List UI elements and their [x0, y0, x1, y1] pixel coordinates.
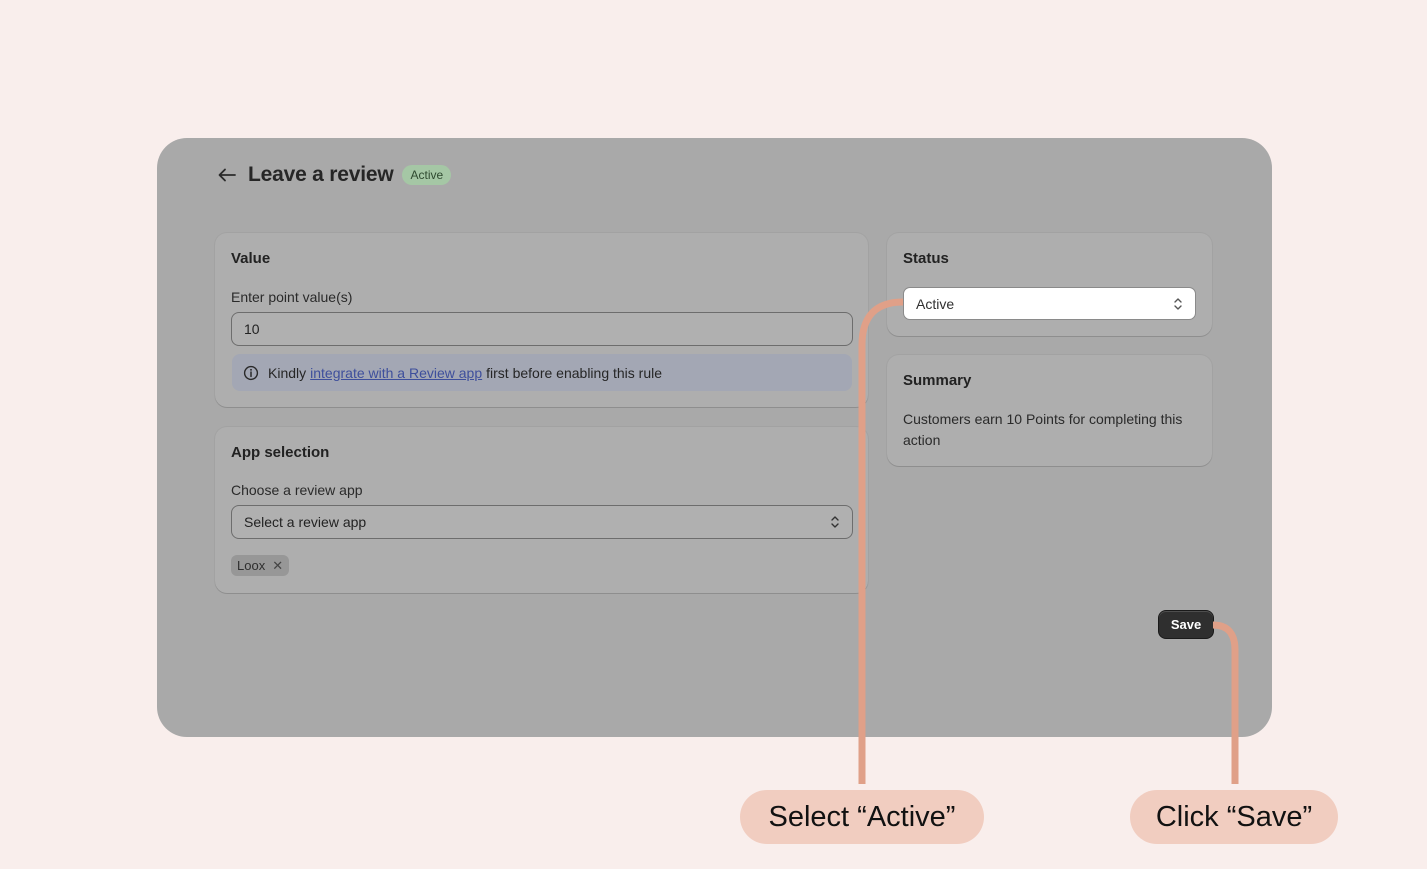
status-card-title: Status: [903, 250, 949, 267]
point-value-input[interactable]: 10: [231, 312, 853, 346]
review-app-select-value: Select a review app: [244, 514, 367, 530]
review-app-label: Choose a review app: [231, 482, 363, 498]
summary-text: Customers earn 10 Points for completing …: [903, 411, 1183, 448]
status-badge: Active: [402, 165, 452, 185]
status-select[interactable]: Active: [903, 287, 1196, 320]
app-tag-loox: Loox ✕: [231, 555, 290, 576]
status-select-value: Active: [916, 295, 955, 312]
point-value-label: Enter point value(s): [231, 289, 353, 305]
arrow-left-icon[interactable]: [218, 164, 240, 186]
select-chevrons-icon: [831, 516, 839, 528]
info-banner: Kindly integrate with a Review app first…: [232, 354, 852, 391]
save-button[interactable]: Save: [1159, 611, 1213, 638]
remove-tag-icon[interactable]: ✕: [272, 558, 283, 574]
value-card-title: Value: [231, 250, 271, 267]
point-value-text: 10: [244, 321, 260, 337]
app-selection-title: App selection: [231, 444, 330, 461]
status-card: [887, 233, 1212, 336]
select-chevrons-icon: [1174, 297, 1182, 310]
banner-prefix: Kindly: [268, 364, 307, 381]
click-save-callout: Click “Save”: [1130, 790, 1338, 844]
review-app-select[interactable]: Select a review app: [231, 505, 853, 539]
page-header: Leave a review Active: [218, 160, 452, 190]
page-title: Leave a review: [248, 163, 394, 186]
app-tag-label: Loox: [237, 558, 266, 573]
info-icon: [243, 365, 259, 381]
summary-card-title: Summary: [903, 372, 972, 389]
integrate-review-app-link[interactable]: integrate with a Review app: [310, 365, 482, 381]
select-active-callout: Select “Active”: [740, 790, 984, 844]
banner-suffix: first before enabling this rule: [486, 364, 663, 381]
